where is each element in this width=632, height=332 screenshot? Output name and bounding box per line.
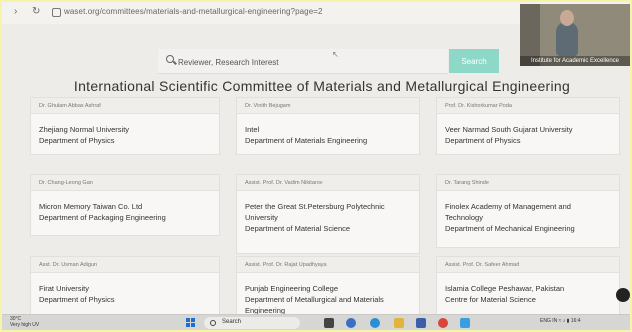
mouse-cursor-icon: ↖ [332,50,339,59]
store-icon[interactable] [416,318,426,328]
taskbar: 30°C Very high UV Search ENG IN ≈ ♪ ▮ 16… [2,314,630,330]
affiliation-line: Veer Narmad South Gujarat University [445,125,573,134]
affiliation-line: Department of Metallurgical and Material… [245,295,384,304]
member-affiliation: Punjab Engineering College Department of … [245,283,415,316]
member-name[interactable]: Asst. Dr. Usman Adigun [31,257,219,273]
url-text[interactable]: waset.org/committees/materials-and-metal… [64,7,323,16]
affiliation-line: Department of Physics [39,295,115,304]
affiliation-line: Department of Materials Engineering [245,136,368,145]
member-card[interactable]: Dr. Vinith Bejugam Intel Department of Mat… [236,97,420,155]
tray-language: ENG [540,318,551,324]
affiliation-line: Department of Mechanical Engineering [445,224,575,233]
affiliation-line: Department of Material Science [245,224,351,233]
system-tray[interactable]: ENG IN ≈ ♪ ▮ 16:4 [540,318,581,324]
member-name[interactable]: Assist. Prof. Dr. Safeer Ahmad [437,257,619,273]
affiliation-line: Peter the Great St.Petersburg Polytechni… [245,202,385,211]
affiliation-line: University [245,213,278,222]
tray-time: 16:4 [570,318,581,324]
reload-icon[interactable]: ↻ [32,6,40,17]
search-button[interactable]: Search [449,49,499,73]
meet-app-icon[interactable] [460,318,470,328]
member-card[interactable]: Prof. Dr. Kishorkumar Poda Veer Narmad So… [436,97,620,155]
affiliation-line: Centre for Material Science [445,295,536,304]
affiliation-line: Technology [445,213,483,222]
member-card[interactable]: Asst. Dr. Usman Adigun Firat University De… [30,256,220,318]
affiliation-line: Zhejiang Normal University [39,125,130,134]
member-name[interactable]: Dr. Ghulam Abbas Ashraf [31,98,219,114]
member-affiliation: Micron Memory Taiwan Co. Ltd Department o… [39,201,215,223]
start-tile [191,318,195,322]
task-view-icon[interactable] [324,318,334,328]
scroll-button[interactable] [616,288,630,302]
affiliation-line: Islamia College Peshawar, Pakistan [445,284,565,293]
member-name[interactable]: Dr. Chang-Leong Gan [31,175,219,191]
member-name[interactable]: Assist. Prof. Dr. Rajat Upadhyaya [237,257,419,273]
webcam-person-head [560,10,574,26]
member-card[interactable]: Assist. Prof. Dr. Safeer Ahmad Islamia Co… [436,256,620,318]
weather-widget[interactable]: 30°C Very high UV [10,316,39,328]
battery-icon: ▮ [566,318,570,324]
webcam-caption: Institute for Academic Excellence [520,56,630,66]
affiliation-line: Firat University [39,284,90,293]
start-tile [186,318,190,322]
member-affiliation: Veer Narmad South Gujarat University Depa… [445,124,615,146]
chat-icon[interactable] [346,318,356,328]
member-affiliation: Zhejiang Normal University Department of … [39,124,215,146]
member-card[interactable]: Assist. Prof. Dr. Vadim Nikitarov Peter t… [236,174,420,254]
member-card[interactable]: Dr. Chang-Leong Gan Micron Memory Taiwan … [30,174,220,236]
taskbar-search[interactable]: Search [204,317,300,329]
affiliation-line: Micron Memory Taiwan Co. Ltd [39,202,143,211]
wifi-icon: ≈ [558,318,562,324]
member-card[interactable]: Dr. Ghulam Abbas Ashraf Zhejiang Normal U… [30,97,220,155]
member-name[interactable]: Dr. Vinith Bejugam [237,98,419,114]
windows-start-icon[interactable] [186,318,196,328]
member-affiliation: Peter the Great St.Petersburg Polytechni… [245,201,415,234]
lock-icon [52,8,61,17]
start-tile [191,323,195,327]
chrome-icon[interactable] [438,318,448,328]
affiliation-line: Department of Packaging Engineering [39,213,166,222]
member-name[interactable]: Assist. Prof. Dr. Vadim Nikitarov [237,175,419,191]
page-title: International Scientific Committee of Ma… [73,78,571,94]
taskbar-search-label: Search [222,319,242,325]
member-affiliation: Islamia College Peshawar, Pakistan Centre… [445,283,615,305]
affiliation-line: Finolex Academy of Management and [445,202,571,211]
member-affiliation: Finolex Academy of Management and Technol… [445,201,615,234]
member-name[interactable]: Dr. Tarang Shinde [437,175,619,191]
member-card[interactable]: Dr. Tarang Shinde Finolex Academy of Mana… [436,174,620,248]
back-arrow-icon[interactable]: › [14,6,17,17]
webcam-overlay: Institute for Academic Excellence [520,4,630,66]
member-affiliation: Intel Department of Materials Engineering [245,124,415,146]
search-icon [210,320,216,326]
search-input[interactable] [176,53,420,71]
edge-browser-icon[interactable] [370,318,380,328]
search-bar [158,49,448,74]
affiliation-line: Punjab Engineering College [245,284,338,293]
browser-window: › ↻ waset.org/committees/materials-and-m… [2,2,630,330]
weather-desc: Very high UV [10,322,40,328]
search-icon [166,55,174,63]
member-name[interactable]: Prof. Dr. Kishorkumar Poda [437,98,619,114]
webcam-person [556,22,578,56]
member-card[interactable]: Assist. Prof. Dr. Rajat Upadhyaya Punjab … [236,256,420,318]
member-affiliation: Firat University Department of Physics [39,283,215,305]
tray-region: IN [552,318,558,324]
affiliation-line: Intel [245,125,260,134]
affiliation-line: Department of Physics [445,136,521,145]
file-explorer-icon[interactable] [394,318,404,328]
speaker-icon: ♪ [562,318,566,324]
start-tile [186,323,190,327]
affiliation-line: Department of Physics [39,136,115,145]
